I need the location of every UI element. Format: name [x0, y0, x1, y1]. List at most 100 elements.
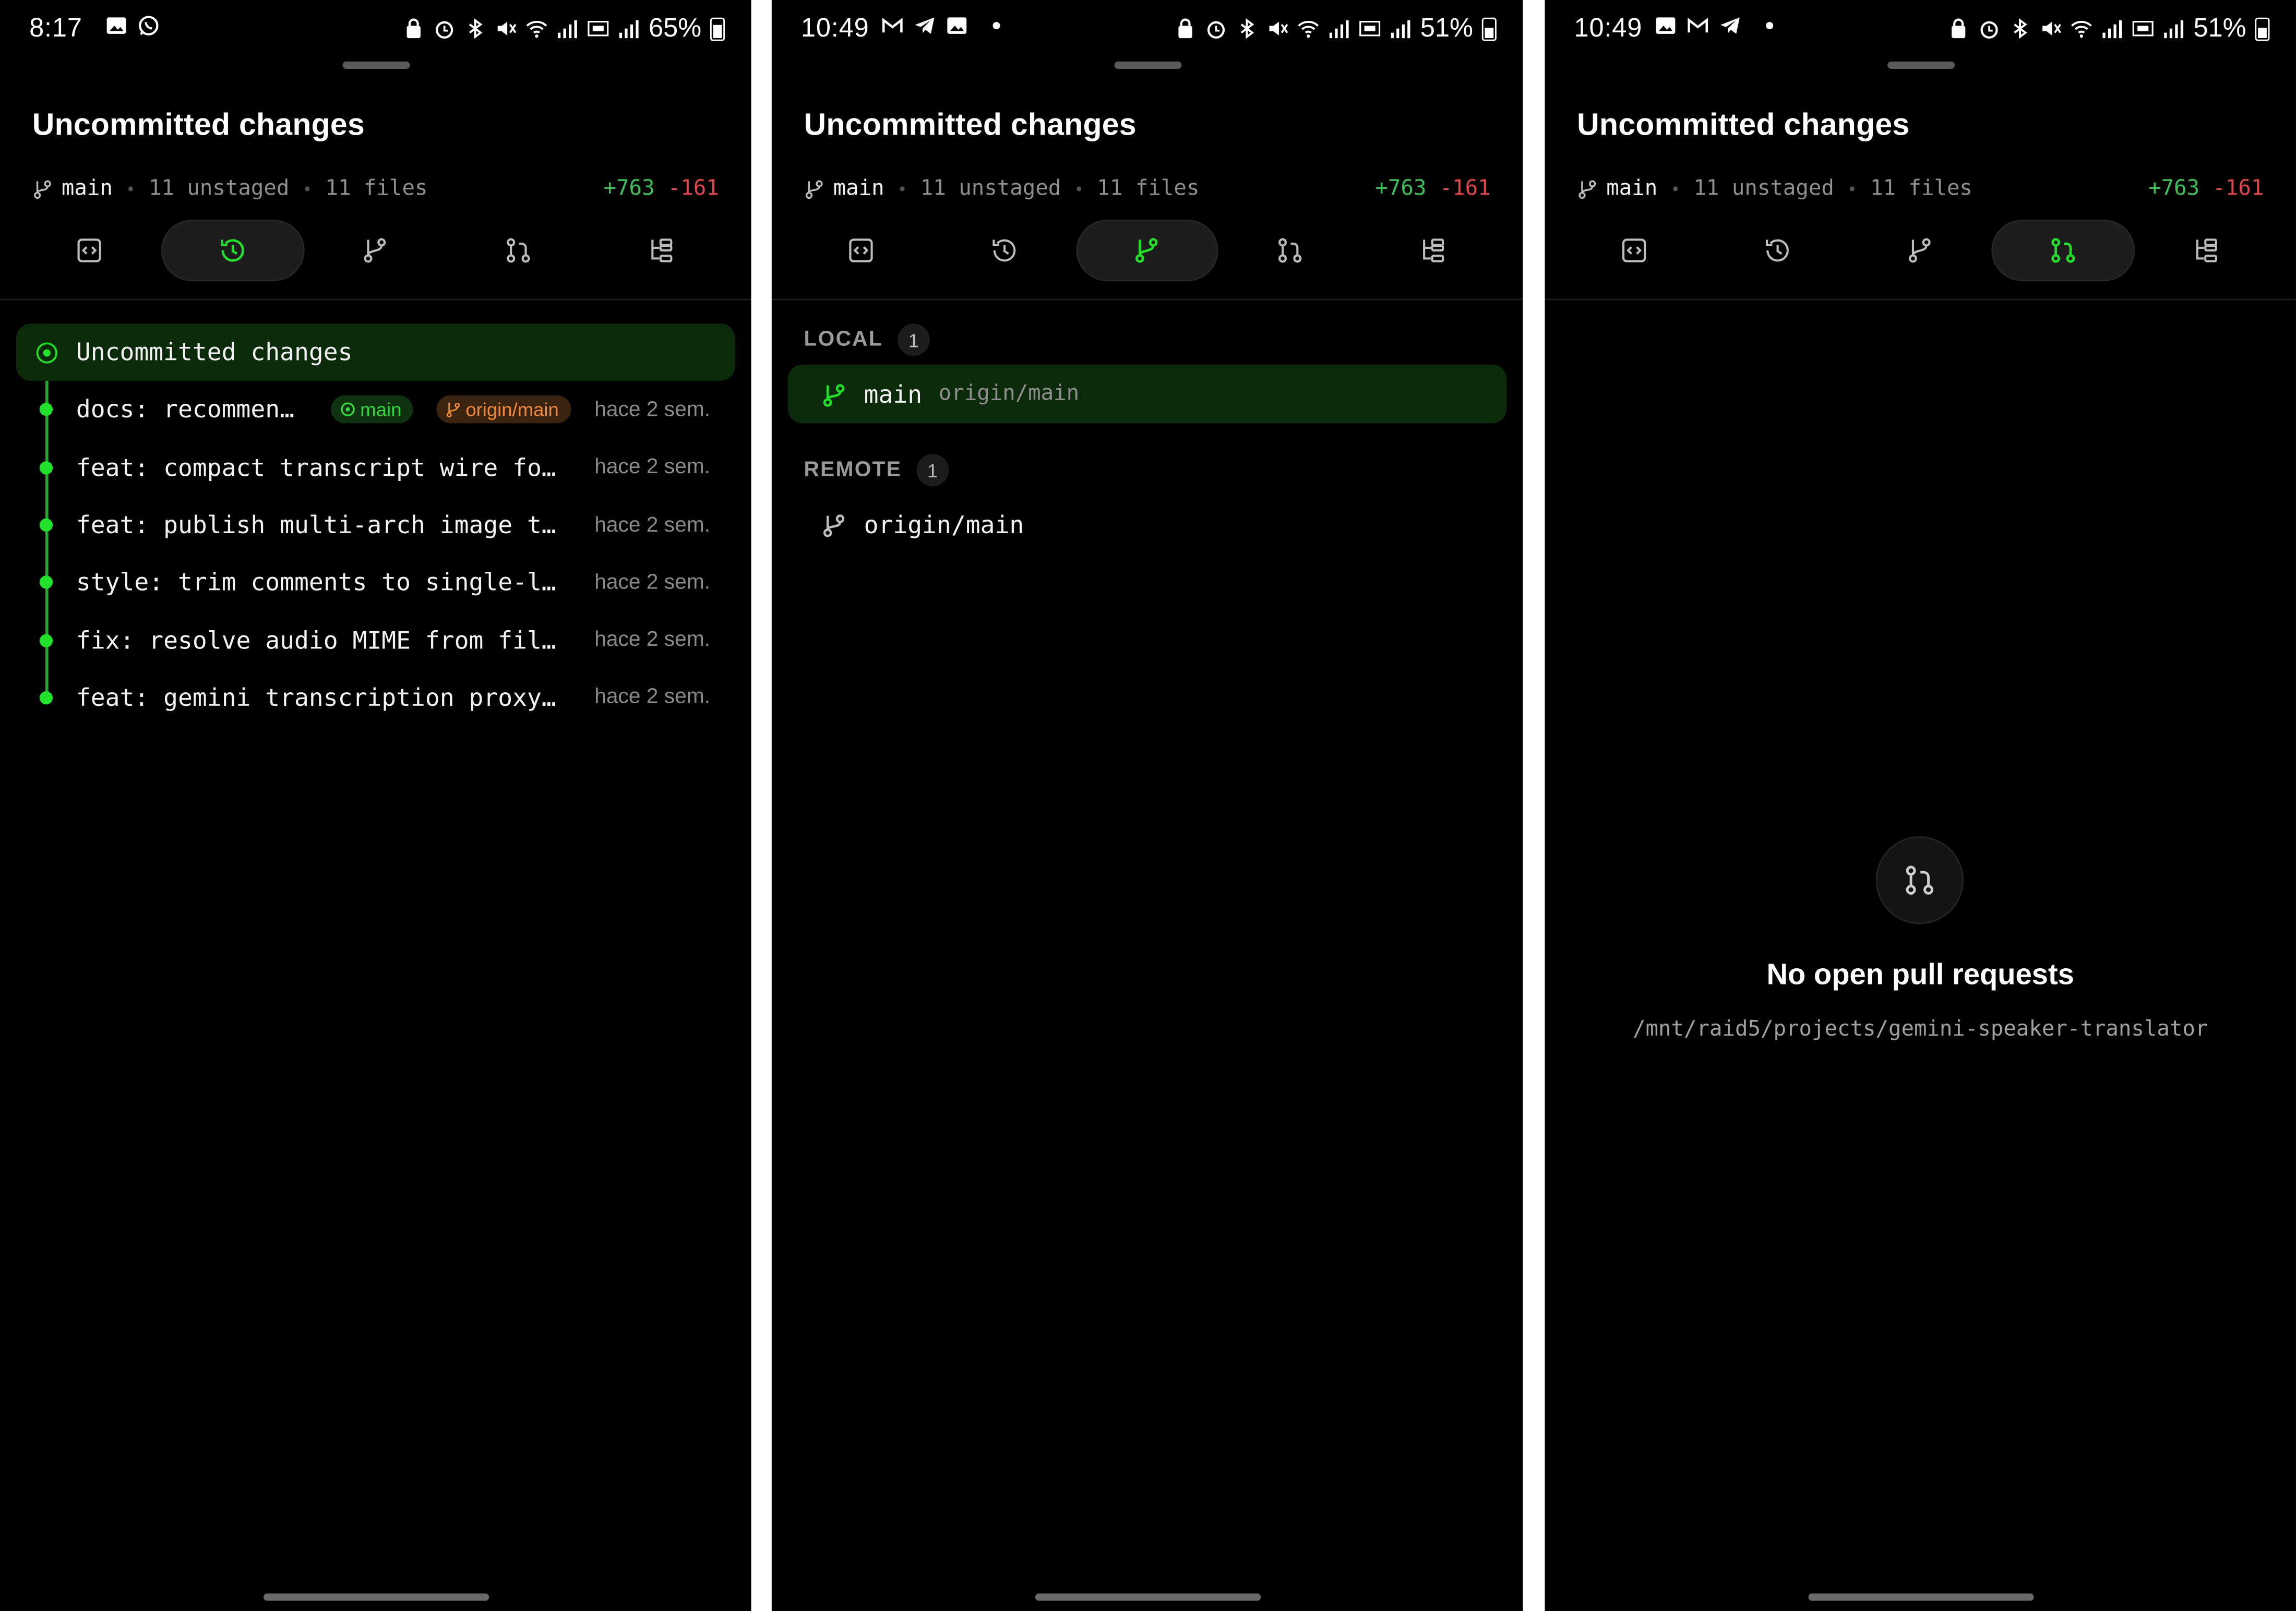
- tab-history[interactable]: [1706, 220, 1849, 281]
- alarm-icon: [435, 21, 453, 39]
- tab-pull-requests[interactable]: [1992, 220, 2135, 282]
- tab-changes[interactable]: [789, 220, 932, 281]
- gallery-icon: [106, 17, 126, 34]
- branch-icon: [364, 238, 387, 263]
- branch-name: origin/main: [864, 510, 1024, 538]
- tab-history[interactable]: [161, 220, 304, 282]
- view-tabs: [789, 220, 1505, 284]
- page-title: Uncommitted changes: [32, 108, 365, 142]
- commit-message: style: trim comments to single-l…: [76, 569, 556, 597]
- commit-message: fix: resolve audio MIME from fil…: [76, 626, 556, 654]
- view-tabs: [1562, 220, 2278, 284]
- current-branch: main: [61, 177, 113, 201]
- status-time: 8:17: [29, 13, 82, 43]
- battery-percent: 51%: [2193, 13, 2246, 43]
- local-branch-row[interactable]: main origin/main: [787, 365, 1507, 424]
- commit-message: docs: recommen…: [76, 396, 295, 424]
- sheet-drag-handle[interactable]: [1114, 61, 1181, 69]
- tab-pull-requests[interactable]: [447, 220, 590, 281]
- mute-icon: [497, 21, 517, 35]
- repo-summary: main • 11 unstaged • 11 files +763 -161: [804, 173, 1491, 205]
- history-panel: 8:17 65% Uncommitted changes main • 11 u…: [0, 0, 751, 1611]
- signal-icon: [1329, 20, 1349, 39]
- status-bar: 10:49 51%: [1545, 0, 2296, 58]
- commit-row[interactable]: feat: publish multi-arch image t… hace 2…: [16, 496, 735, 554]
- commit-node: [39, 576, 53, 590]
- lock-icon: [1951, 18, 1966, 39]
- tab-pull-requests[interactable]: [1219, 220, 1362, 281]
- sheet-drag-handle[interactable]: [1886, 61, 1954, 69]
- branch-icon: [1909, 238, 1931, 263]
- empty-state-badge: [1875, 836, 1964, 924]
- commit-node: [39, 403, 53, 417]
- remote-branches-header: REMOTE 1: [804, 454, 949, 487]
- tab-changes[interactable]: [18, 220, 161, 281]
- tab-branches[interactable]: [1075, 220, 1219, 282]
- telegram-icon: [915, 17, 935, 34]
- pull-request-icon: [2052, 238, 2075, 263]
- gesture-nav-bar[interactable]: [1034, 1593, 1260, 1601]
- branch-icon: [1578, 180, 1596, 199]
- branch-name: main: [864, 380, 923, 408]
- commit-message: feat: compact transcript wire fo…: [76, 453, 556, 482]
- alarm-icon: [1207, 21, 1225, 39]
- wifi-icon: [1298, 20, 1319, 38]
- deletions-count: -161: [1439, 177, 1491, 201]
- additions-count: +763: [1375, 177, 1427, 201]
- head-icon: [341, 403, 355, 417]
- local-branches-header: LOCAL 1: [804, 323, 930, 356]
- bluetooth-icon: [2014, 18, 2027, 39]
- whatsapp-icon: [139, 16, 159, 35]
- gesture-nav-bar[interactable]: [1808, 1593, 2034, 1601]
- branch-icon: [823, 513, 845, 537]
- gmail-icon: [1688, 18, 1708, 33]
- commit-row[interactable]: feat: gemini transcription proxy… hace 2…: [16, 669, 735, 726]
- tab-history[interactable]: [932, 220, 1075, 281]
- commit-date: hace 2 sem.: [594, 686, 710, 710]
- branch-icon: [805, 180, 823, 199]
- commit-row[interactable]: feat: compact transcript wire fo… hace 2…: [16, 439, 735, 496]
- commit-row[interactable]: docs: recommen… main origin/main hace 2 …: [16, 381, 735, 439]
- gesture-nav-bar[interactable]: [262, 1593, 488, 1601]
- uncommitted-changes-row[interactable]: Uncommitted changes: [16, 323, 735, 381]
- bluetooth-icon: [1240, 18, 1254, 39]
- branch-upstream: origin/main: [938, 382, 1080, 406]
- branches-panel: 10:49 51% Uncommitted changes main • 11 …: [771, 0, 1523, 1611]
- commit-date: hace 2 sem.: [594, 513, 710, 537]
- commit-message: Uncommitted changes: [76, 338, 353, 367]
- remote-branch-count: 1: [916, 454, 949, 487]
- tab-file-tree[interactable]: [2135, 220, 2278, 281]
- telegram-icon: [1720, 17, 1740, 34]
- branch-icon: [446, 403, 460, 418]
- signal-icon: [557, 20, 577, 39]
- tab-file-tree[interactable]: [590, 220, 733, 281]
- tab-file-tree[interactable]: [1362, 220, 1505, 281]
- mute-icon: [2042, 21, 2061, 35]
- signal-icon: [2102, 20, 2122, 39]
- commit-row[interactable]: style: trim comments to single-l… hace 2…: [16, 554, 735, 611]
- commit-node: [39, 691, 53, 705]
- page-title: Uncommitted changes: [804, 108, 1137, 142]
- empty-state-title: No open pull requests: [1766, 959, 2074, 992]
- repo-path: /mnt/raid5/projects/gemini-speaker-trans…: [1633, 1018, 2208, 1041]
- signal-icon: [2164, 20, 2183, 39]
- remote-branch-row[interactable]: origin/main: [788, 495, 1507, 554]
- unstaged-count: 11 unstaged: [1693, 177, 1834, 201]
- pull-requests-panel: 10:49 51% Uncommitted changes main • 11 …: [1545, 0, 2296, 1611]
- tab-branches[interactable]: [304, 220, 447, 281]
- bluetooth-icon: [469, 18, 483, 39]
- commit-message: feat: publish multi-arch image t…: [76, 511, 556, 539]
- signal-icon: [619, 20, 639, 39]
- tab-changes[interactable]: [1562, 220, 1705, 281]
- sheet-drag-handle[interactable]: [342, 61, 410, 69]
- commit-date: hace 2 sem.: [594, 571, 710, 595]
- branch-icon: [823, 383, 845, 406]
- code-file-icon: [77, 238, 101, 262]
- commit-row[interactable]: fix: resolve audio MIME from fil… hace 2…: [16, 611, 735, 669]
- status-bar: 10:49 51%: [772, 0, 1523, 58]
- history-icon: [992, 239, 1015, 262]
- tab-branches[interactable]: [1849, 220, 1992, 281]
- commit-node: [39, 461, 53, 474]
- volte-icon: [588, 21, 609, 37]
- code-file-icon: [849, 238, 873, 262]
